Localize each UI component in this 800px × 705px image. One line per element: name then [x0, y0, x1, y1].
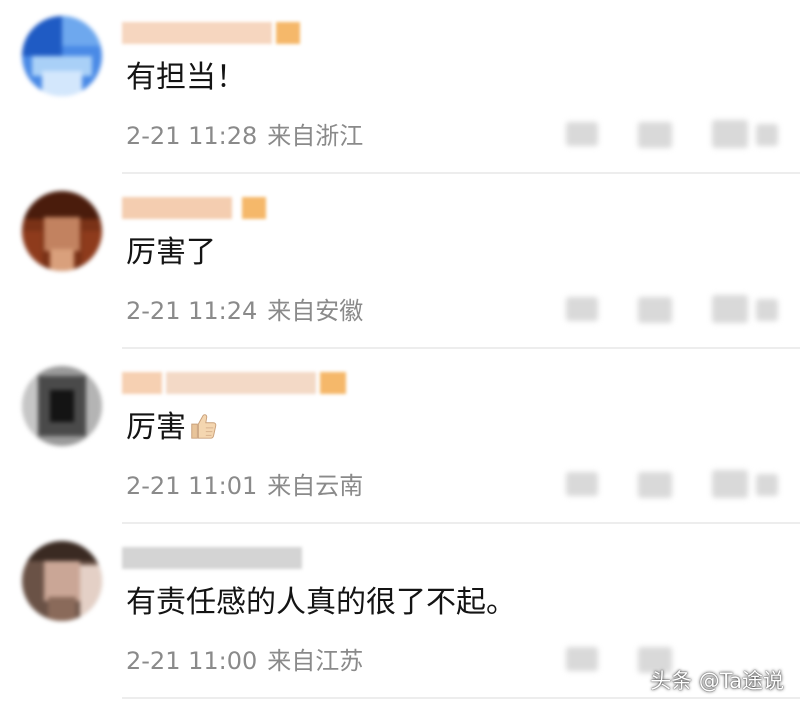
- comment-actions: [560, 287, 790, 331]
- comment-item: 厉害 2-21 11:01 来自云南: [0, 350, 800, 525]
- comment-text: 厉害: [126, 406, 218, 450]
- username-blurred[interactable]: [122, 197, 266, 223]
- comment-item: 有担当！ 2-21 11:28 来自浙江: [0, 0, 800, 175]
- reply-icon[interactable]: [638, 122, 672, 148]
- thumbs-up-icon: [191, 414, 217, 439]
- avatar[interactable]: [22, 366, 102, 446]
- watermark: 头条 @Ta途说: [650, 669, 784, 693]
- avatar[interactable]: [22, 16, 102, 96]
- comment-text-body: 厉害: [126, 410, 186, 445]
- comment-item: 厉害了 2-21 11:24 来自安徽: [0, 175, 800, 350]
- comment-time: 2-21 11:24: [126, 297, 258, 325]
- divider: [122, 347, 800, 349]
- avatar-image: [22, 16, 102, 96]
- like-icon[interactable]: [712, 295, 748, 323]
- reply-icon[interactable]: [638, 472, 672, 498]
- comment-actions: [560, 112, 790, 156]
- comment-location: 来自安徽: [267, 297, 364, 325]
- reply-icon[interactable]: [638, 297, 672, 323]
- comment-meta: 2-21 11:00 来自江苏: [126, 645, 363, 677]
- comment-meta: 2-21 11:01 来自云南: [126, 470, 363, 502]
- comment-location: 来自浙江: [267, 122, 364, 150]
- comment-text: 有担当！: [126, 60, 246, 95]
- like-count: [756, 124, 778, 146]
- avatar[interactable]: [22, 541, 102, 621]
- divider: [122, 172, 800, 174]
- username-blurred[interactable]: [122, 547, 302, 573]
- share-icon[interactable]: [566, 472, 598, 496]
- avatar-image: [22, 191, 102, 271]
- like-icon[interactable]: [712, 470, 748, 498]
- username-blurred[interactable]: [122, 22, 300, 48]
- avatar-image: [22, 366, 102, 446]
- comment-time: 2-21 11:00: [126, 647, 258, 675]
- comment-actions: [560, 462, 790, 506]
- comment-text: 厉害了: [126, 235, 216, 270]
- share-icon[interactable]: [566, 297, 598, 321]
- like-count: [756, 299, 778, 321]
- divider: [122, 697, 800, 699]
- like-icon[interactable]: [712, 120, 748, 148]
- username-blurred[interactable]: [122, 372, 346, 398]
- share-icon[interactable]: [566, 122, 598, 146]
- comment-location: 来自江苏: [267, 647, 364, 675]
- comment-meta: 2-21 11:24 来自安徽: [126, 295, 363, 327]
- avatar[interactable]: [22, 191, 102, 271]
- comment-meta: 2-21 11:28 来自浙江: [126, 120, 363, 152]
- comment-time: 2-21 11:28: [126, 122, 258, 150]
- comment-time: 2-21 11:01: [126, 472, 258, 500]
- share-icon[interactable]: [566, 647, 598, 671]
- like-count: [756, 474, 778, 496]
- divider: [122, 522, 800, 524]
- comment-location: 来自云南: [267, 472, 364, 500]
- avatar-image: [22, 541, 102, 621]
- comment-text: 有责任感的人真的很了不起。: [126, 585, 516, 620]
